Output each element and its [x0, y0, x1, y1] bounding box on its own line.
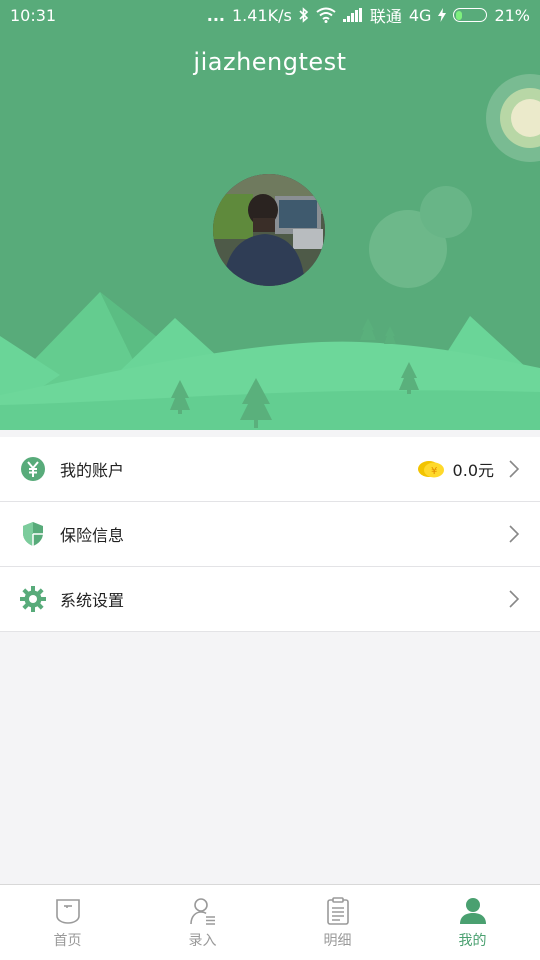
- svg-text:¥: ¥: [431, 466, 437, 477]
- chevron-right-icon: [509, 590, 520, 608]
- menu-label-account: 我的账户: [60, 461, 125, 480]
- shield-icon: [20, 521, 46, 547]
- chevron-right-icon: [509, 525, 520, 543]
- status-time: 10:31: [10, 5, 57, 25]
- network-speed: 1.41K/s: [232, 5, 292, 25]
- account-balance: 0.0元: [452, 461, 494, 480]
- notification-dots: ...: [206, 5, 225, 25]
- chevron-right-icon: [509, 460, 520, 478]
- home-icon: [55, 898, 80, 924]
- tab-home[interactable]: 首页: [0, 885, 135, 960]
- tab-label-home: 首页: [53, 932, 82, 949]
- network-type: 4G: [408, 5, 432, 25]
- tab-label-details: 明细: [323, 932, 352, 949]
- coins-icon: ¥: [417, 461, 444, 478]
- user-entry-icon: [189, 897, 215, 925]
- avatar[interactable]: [213, 174, 325, 286]
- menu-item-account[interactable]: 我的账户 ¥ 0.0元: [0, 437, 540, 502]
- charging-icon: [438, 8, 447, 22]
- battery-percent: 21%: [494, 5, 530, 25]
- tab-entry[interactable]: 录入: [135, 885, 270, 960]
- battery-level: [455, 10, 463, 20]
- menu-item-insurance[interactable]: 保险信息: [0, 502, 540, 567]
- tab-details[interactable]: 明细: [270, 885, 405, 960]
- wifi-icon: [316, 7, 336, 23]
- battery-icon: [453, 8, 488, 22]
- avatar-photo: [213, 174, 325, 286]
- menu-label-insurance: 保险信息: [60, 526, 125, 545]
- yuan-icon: [20, 456, 46, 482]
- clipboard-icon: [326, 896, 349, 925]
- tab-label-mine: 我的: [458, 932, 487, 949]
- menu-item-settings[interactable]: 系统设置: [0, 567, 540, 632]
- carrier-name: 联通: [369, 7, 402, 26]
- tab-mine[interactable]: 我的: [405, 885, 540, 960]
- username: jiazhengtest: [193, 48, 347, 76]
- signal-icon: [342, 8, 362, 22]
- status-bar: 10:31 ... 1.41K/s 联通 4G 21%: [0, 0, 540, 30]
- profile-menu: 我的账户 ¥ 0.0元 保险信息 系统设置: [0, 437, 540, 632]
- tab-label-entry: 录入: [188, 932, 217, 949]
- bluetooth-icon: [299, 7, 309, 23]
- menu-label-settings: 系统设置: [60, 591, 125, 610]
- gear-icon: [20, 586, 46, 612]
- bottom-tab-bar: 首页 录入 明细 我的: [0, 884, 540, 960]
- profile-header: jiazhengtest: [0, 0, 540, 430]
- person-icon: [459, 897, 486, 924]
